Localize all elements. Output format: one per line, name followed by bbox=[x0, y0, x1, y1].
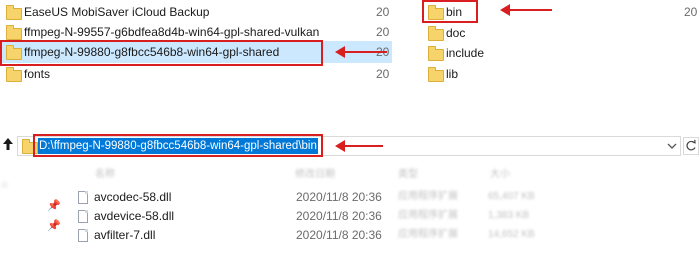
folder-name: ffmpeg-N-99557-g6bdfea8d4b-win64-gpl-sha… bbox=[24, 25, 320, 39]
file-list-header: 名称 修改日期 类型 大小 bbox=[0, 160, 700, 180]
file-date: 2020/11/8 20:36 bbox=[296, 209, 382, 223]
folder-icon bbox=[428, 26, 444, 41]
folder-name: EaseUS MobiSaver iCloud Backup bbox=[24, 5, 210, 19]
file-size: 65,407 KB bbox=[488, 191, 535, 202]
file-name: avcodec-58.dll bbox=[94, 190, 172, 204]
list-item[interactable]: include bbox=[422, 43, 692, 63]
list-item[interactable]: fonts 20 bbox=[0, 64, 392, 84]
dll-file-icon bbox=[78, 229, 88, 242]
red-arrow-icon bbox=[335, 46, 387, 58]
folder-name: lib bbox=[446, 67, 459, 81]
table-row[interactable]: avcodec-58.dll 2020/11/8 20:36 应用程序扩展 65… bbox=[70, 187, 700, 207]
folder-icon bbox=[428, 46, 444, 61]
column-header-type[interactable]: 类型 bbox=[398, 165, 418, 180]
file-size: 1,383 KB bbox=[488, 210, 530, 221]
folder-date: 20 bbox=[376, 67, 390, 81]
list-item[interactable]: lib bbox=[422, 64, 692, 84]
dll-file-icon bbox=[78, 210, 88, 223]
folder-icon bbox=[6, 67, 22, 82]
folder-icon bbox=[6, 25, 22, 40]
quick-access-label: ☆ bbox=[0, 180, 9, 191]
folder-date: 20 bbox=[376, 5, 390, 19]
folder-icon bbox=[428, 67, 444, 82]
file-type: 应用程序扩展 bbox=[398, 191, 458, 202]
file-type: 应用程序扩展 bbox=[398, 229, 458, 240]
file-name: avfilter-7.dll bbox=[94, 228, 156, 242]
chevron-down-icon[interactable] bbox=[666, 140, 678, 152]
file-date: 2020/11/8 20:36 bbox=[296, 228, 382, 242]
folder-name: fonts bbox=[24, 67, 51, 81]
file-name: avdevice-58.dll bbox=[94, 209, 175, 223]
folder-icon bbox=[6, 5, 22, 20]
red-arrow-icon bbox=[335, 140, 383, 152]
table-row[interactable]: avdevice-58.dll 2020/11/8 20:36 应用程序扩展 1… bbox=[70, 206, 700, 226]
folder-date: 20 bbox=[684, 5, 698, 19]
folder-date: 20 bbox=[376, 25, 390, 39]
folder-name: include bbox=[446, 46, 485, 60]
refresh-icon[interactable] bbox=[683, 137, 699, 155]
pin-icon[interactable]: 📌 bbox=[47, 199, 61, 212]
list-item[interactable]: EaseUS MobiSaver iCloud Backup 20 bbox=[0, 2, 392, 22]
list-item[interactable]: ffmpeg-N-99557-g6bdfea8d4b-win64-gpl-sha… bbox=[0, 22, 392, 42]
list-item[interactable]: doc bbox=[422, 23, 692, 43]
highlight-box-selected-folder bbox=[0, 40, 323, 66]
column-header-name[interactable]: 名称 bbox=[95, 165, 115, 180]
highlight-box-address-path bbox=[33, 134, 323, 157]
up-arrow-icon[interactable] bbox=[2, 137, 14, 151]
file-date: 2020/11/8 20:36 bbox=[296, 190, 382, 204]
highlight-box-bin-folder bbox=[422, 0, 478, 23]
column-header-date[interactable]: 修改日期 bbox=[295, 165, 335, 180]
dll-file-icon bbox=[78, 191, 88, 204]
table-row[interactable]: avfilter-7.dll 2020/11/8 20:36 应用程序扩展 14… bbox=[70, 225, 700, 245]
column-header-size[interactable]: 大小 bbox=[490, 165, 510, 180]
file-type: 应用程序扩展 bbox=[398, 210, 458, 221]
pin-icon[interactable]: 📌 bbox=[47, 219, 61, 232]
red-arrow-icon bbox=[500, 4, 552, 16]
file-size: 14,652 KB bbox=[488, 229, 535, 240]
folder-name: doc bbox=[446, 26, 466, 40]
